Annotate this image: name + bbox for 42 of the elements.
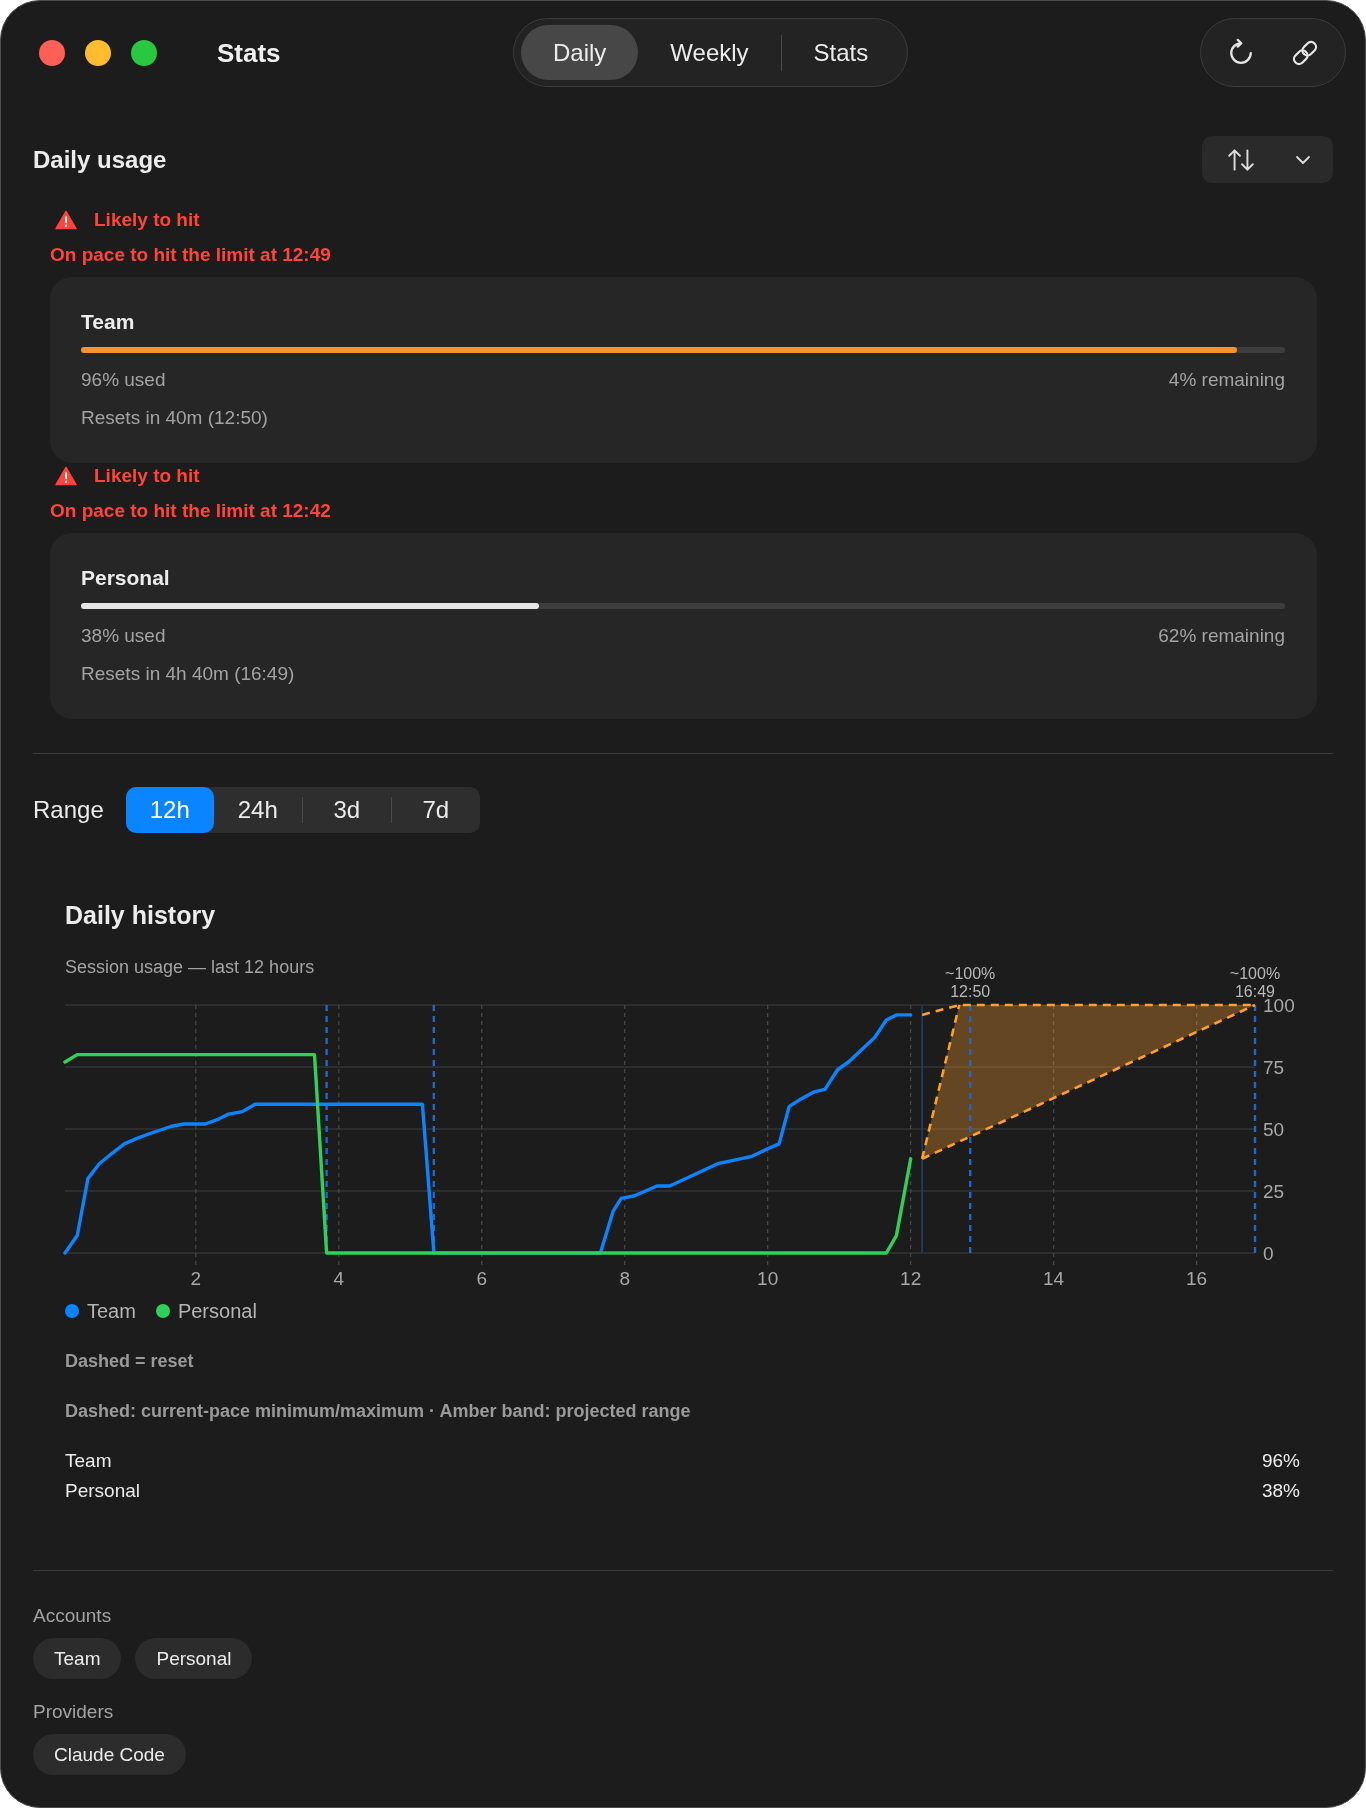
account-name: Team <box>81 309 135 335</box>
summary-value: 96% <box>1261 1449 1300 1473</box>
summary-name: Team <box>65 1449 112 1473</box>
summary-name: Personal <box>65 1479 140 1503</box>
axis-label: 0 <box>1263 1242 1274 1264</box>
axis-label: 2 <box>190 1267 202 1289</box>
remaining-label: 4% remaining <box>1168 368 1285 392</box>
summary-value: 38% <box>1261 1479 1300 1503</box>
alert-title: Likely to hit <box>94 464 200 488</box>
filter-group-label: Providers <box>33 1701 114 1723</box>
reset-time-label: Resets in 40m (12:50) <box>81 406 268 430</box>
axis-label: 50 <box>1263 1118 1285 1140</box>
used-label: 96% used <box>81 368 166 392</box>
annotation-label: 12:50 <box>950 982 991 1000</box>
axis-label: 6 <box>476 1267 488 1289</box>
remaining-label: 62% remaining <box>1158 624 1285 648</box>
chart-note: Dashed: current-pace minimum/maximum · Amber band: projected range <box>65 1400 691 1422</box>
axis-label: 4 <box>333 1267 345 1289</box>
axis-label: 16 <box>1186 1267 1208 1289</box>
alert-message: On pace to hit the limit at 12:49 <box>50 243 331 267</box>
filter-group-label: Accounts <box>33 1605 112 1627</box>
axis-label: 25 <box>1263 1180 1285 1202</box>
alert-message: On pace to hit the limit at 12:42 <box>50 499 331 523</box>
annotation-label: ~100% <box>1229 964 1281 982</box>
chart-note: Dashed = reset <box>65 1350 194 1372</box>
range-label: Range <box>33 796 104 824</box>
chart-subtitle: Session usage — last 12 hours <box>65 956 315 978</box>
axis-label: 75 <box>1263 1056 1285 1078</box>
used-label: 38% used <box>81 624 166 648</box>
chart-title: Daily history <box>65 900 216 930</box>
axis-label: 14 <box>1043 1267 1065 1289</box>
alert-title: Likely to hit <box>94 208 200 232</box>
annotation-label: ~100% <box>945 964 996 982</box>
reset-time-label: Resets in 4h 40m (16:49) <box>81 662 295 686</box>
axis-label: 10 <box>757 1267 779 1289</box>
window-title: Stats <box>217 36 281 69</box>
legend-label: Personal <box>177 1299 257 1323</box>
axis-label: 8 <box>619 1267 630 1289</box>
axis-label: 12 <box>900 1267 922 1289</box>
account-name: Personal <box>81 565 170 591</box>
legend-label: Team <box>87 1299 136 1323</box>
section-title: Daily usage <box>33 144 167 175</box>
